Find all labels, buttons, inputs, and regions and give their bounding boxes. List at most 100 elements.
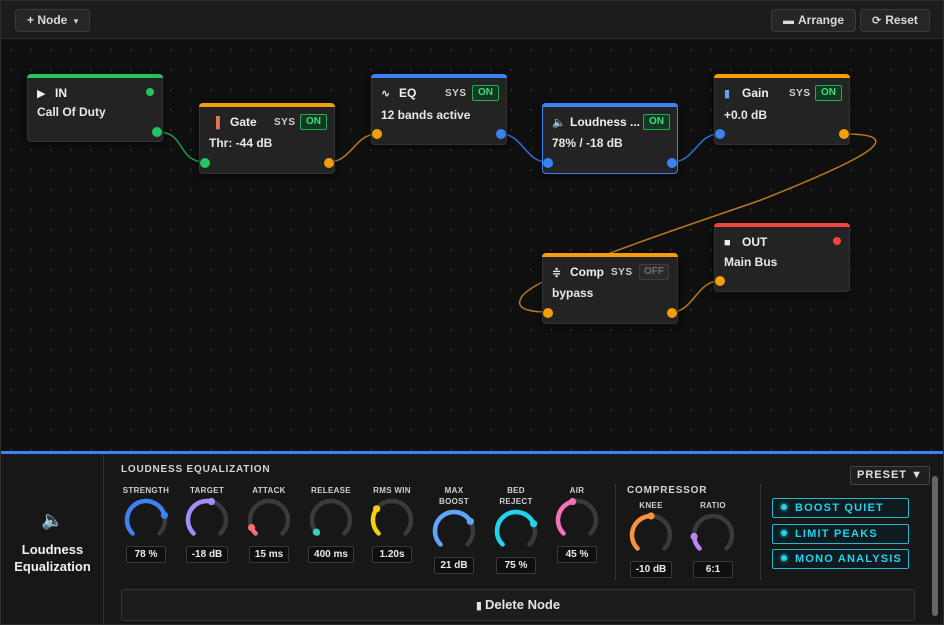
node-gate[interactable]: ▐ Gate SYS ON Thr: -44 dB (199, 103, 335, 174)
knob-knee[interactable]: KNEE -10 dB (621, 500, 681, 578)
panel-title-line2: Equalization (14, 559, 91, 574)
arrange-button[interactable]: ▬ Arrange (771, 9, 857, 32)
node-title: EQ (399, 86, 417, 100)
knob-bed-reject[interactable]: BED REJECT 75 % (486, 485, 546, 574)
knob-dial[interactable] (430, 507, 478, 553)
knob-handle[interactable] (690, 532, 698, 541)
node-title: OUT (742, 235, 768, 249)
knob-handle[interactable] (568, 497, 577, 506)
node-accent-bar (199, 103, 335, 107)
knob-dial[interactable] (689, 511, 737, 557)
led-indicator (781, 555, 787, 561)
output-port[interactable] (324, 158, 334, 168)
knob-value[interactable]: 400 ms (308, 546, 354, 563)
mode-boost-quiet-button[interactable]: BOOST QUIET (772, 498, 909, 518)
knob-max-boost[interactable]: MAX BOOST 21 dB (424, 485, 484, 574)
knob-value[interactable]: 21 dB (434, 557, 474, 574)
wire-eq-loudness[interactable] (500, 133, 548, 163)
knob-attack[interactable]: ATTACK 15 ms (239, 485, 299, 563)
led-indicator (781, 504, 787, 510)
knob-dial[interactable] (122, 496, 170, 542)
compress-icon: ≑ (552, 267, 562, 279)
wire-loudness-gain[interactable] (671, 133, 720, 163)
knob-air[interactable]: AIR 45 % (547, 485, 607, 563)
node-header: ▶ IN (37, 86, 67, 100)
knob-release[interactable]: RELEASE 400 ms (301, 485, 361, 563)
node-loudness[interactable]: 🔈 Loudness ... ON 78% / -18 dB (542, 103, 678, 174)
knob-dial[interactable] (627, 511, 675, 557)
knob-handle[interactable] (466, 517, 474, 525)
node-title: Comp (570, 265, 604, 279)
knob-handle[interactable] (207, 497, 216, 506)
node-eq[interactable]: ∿ EQ SYS ON 12 bands active (371, 74, 507, 145)
knob-value[interactable]: -18 dB (185, 546, 229, 563)
knob-handle[interactable] (529, 520, 538, 528)
output-port[interactable] (667, 158, 677, 168)
knob-dial[interactable] (492, 507, 540, 553)
knob-target[interactable]: TARGET -18 dB (177, 485, 237, 563)
knob-value[interactable]: 78 % (126, 546, 166, 563)
node-out[interactable]: ■ OUT Main Bus (714, 223, 850, 292)
knob-ratio[interactable]: RATIO 6:1 (683, 500, 743, 578)
knob-handle[interactable] (647, 512, 655, 520)
wire-in-gate[interactable] (157, 131, 206, 163)
input-port[interactable] (715, 276, 725, 286)
panel-scrollbar[interactable] (931, 470, 939, 620)
node-accent-bar (714, 74, 850, 78)
node-subtitle: Thr: -44 dB (209, 136, 273, 150)
node-header: ▐ Gate (212, 115, 257, 129)
knob-value[interactable]: 6:1 (693, 561, 733, 578)
node-toggle[interactable]: ON (300, 114, 327, 130)
node-toggle[interactable]: ON (472, 85, 499, 101)
wire-comp-out[interactable] (671, 280, 720, 313)
knob-handle[interactable] (312, 528, 320, 536)
node-comp[interactable]: ≑ Comp SYS OFF bypass (542, 253, 678, 324)
input-port[interactable] (543, 158, 553, 168)
input-port[interactable] (715, 129, 725, 139)
scrollbar-thumb[interactable] (932, 476, 938, 616)
knob-dial[interactable] (183, 496, 231, 542)
node-in[interactable]: ▶ IN Call Of Duty (27, 74, 163, 142)
knob-handle[interactable] (247, 523, 256, 532)
output-port[interactable] (152, 127, 162, 137)
sys-label: SYS (445, 88, 467, 99)
node-toggle[interactable]: ON (815, 85, 842, 101)
knob-dial[interactable] (245, 496, 293, 542)
knob-value[interactable]: 15 ms (248, 546, 290, 563)
add-node-button[interactable]: + Node ▾ (15, 9, 91, 32)
node-header: ≑ Comp (552, 265, 604, 279)
knob-dial[interactable] (368, 496, 416, 542)
mode-limit-peaks-button[interactable]: LIMIT PEAKS (772, 524, 909, 544)
output-port[interactable] (496, 129, 506, 139)
output-port[interactable] (839, 129, 849, 139)
knob-value[interactable]: 75 % (496, 557, 536, 574)
knob-handle[interactable] (160, 511, 168, 519)
input-port[interactable] (543, 308, 553, 318)
node-graph-canvas[interactable]: ▶ IN Call Of Duty ▐ Gate SYS ON Thr: -44 d… (1, 40, 943, 451)
wire-gate-eq[interactable] (328, 133, 378, 163)
input-port[interactable] (372, 129, 382, 139)
node-toggle[interactable]: OFF (639, 264, 669, 280)
knob-dial[interactable] (307, 496, 355, 542)
preset-dropdown[interactable]: PRESET ▼ (850, 466, 930, 485)
reset-button[interactable]: ⟳ Reset (860, 9, 930, 32)
node-toggle[interactable]: ON (643, 114, 670, 130)
knob-value[interactable]: -10 dB (629, 561, 673, 578)
knob-rms-win[interactable]: RMS WIN 1.20s (362, 485, 422, 563)
node-title: Gain (742, 86, 769, 100)
output-port[interactable] (667, 308, 677, 318)
knob-dial[interactable] (553, 496, 601, 542)
delete-node-button[interactable]: ▮ Delete Node (121, 589, 915, 621)
knob-handle[interactable] (373, 505, 381, 513)
mode-mono-analysis-button[interactable]: MONO ANALYSIS (772, 549, 909, 569)
knob-value[interactable]: 45 % (557, 546, 597, 563)
input-port[interactable] (200, 158, 210, 168)
add-node-label: Node (37, 13, 68, 27)
app-window: + Node ▾ ▬ Arrange ⟳ Reset ▶ IN Call Of Dut… (0, 0, 944, 625)
node-header: ∿ EQ (381, 86, 416, 100)
knob-value[interactable]: 1.20s (372, 546, 412, 563)
knob-strength[interactable]: STRENGTH 78 % (116, 485, 176, 563)
node-gain[interactable]: ▮ Gain SYS ON +0.0 dB (714, 74, 850, 145)
knob-track (691, 513, 735, 551)
knob-label: RELEASE (311, 486, 351, 495)
